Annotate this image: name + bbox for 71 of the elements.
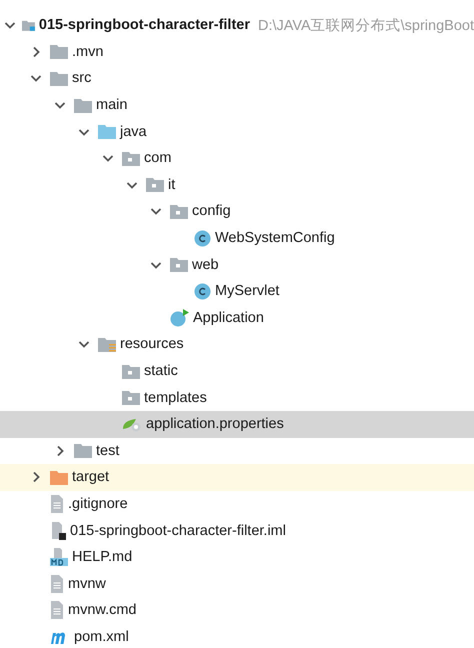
tree-item-label: src bbox=[72, 70, 92, 86]
tree-row[interactable]: MyServlet bbox=[0, 278, 474, 305]
tree-row[interactable]: src bbox=[0, 65, 474, 92]
class-icon bbox=[194, 282, 211, 300]
tree-item-label: templates bbox=[144, 390, 207, 406]
package-folder-icon bbox=[170, 204, 188, 219]
package-folder-icon bbox=[122, 150, 140, 166]
tree-row[interactable]: test bbox=[0, 438, 474, 464]
tree-row[interactable]: pom.xml bbox=[0, 624, 474, 648]
tree-row[interactable]: .mvn bbox=[0, 38, 474, 66]
class-icon bbox=[194, 230, 211, 247]
tree-row[interactable]: 015-springboot-character-filter D:\JAVA互联网分布式\springBoot bbox=[0, 12, 474, 39]
package-folder-icon bbox=[170, 257, 188, 272]
tree-row[interactable]: web bbox=[0, 251, 474, 278]
tree-item-label: it bbox=[168, 176, 176, 193]
tree-item-label: .mvn bbox=[72, 44, 104, 60]
tree-item-label: config bbox=[192, 203, 231, 220]
tree-row[interactable]: WebSystemConfig bbox=[0, 224, 474, 252]
spring-class-icon bbox=[170, 308, 189, 327]
resources-folder-icon bbox=[98, 336, 116, 352]
text-file-icon bbox=[50, 601, 64, 620]
folder-icon bbox=[74, 443, 92, 458]
tree-row[interactable]: mvnw bbox=[0, 570, 474, 598]
tree-item-label: application.properties bbox=[146, 416, 284, 432]
tree-row[interactable]: it bbox=[0, 172, 474, 198]
tree-row[interactable]: com bbox=[0, 144, 474, 172]
tree-item-label: main bbox=[96, 97, 128, 114]
tree-item-label: mvnw.cmd bbox=[68, 602, 136, 618]
tree-row[interactable]: .gitignore bbox=[0, 490, 474, 518]
module-file-icon bbox=[50, 522, 66, 540]
spring-leaf-icon bbox=[122, 416, 142, 432]
text-file-icon bbox=[50, 574, 64, 593]
tree-row[interactable]: main bbox=[0, 92, 474, 118]
folder-icon bbox=[50, 470, 68, 485]
tree-item-label: 015-springboot-character-filter bbox=[38, 17, 250, 34]
tree-item-label: 015-springboot-character-filter.iml bbox=[70, 522, 286, 539]
tree-row[interactable]: static bbox=[0, 358, 474, 384]
tree-item-label: static bbox=[144, 363, 178, 380]
tree-row[interactable]: resources bbox=[0, 331, 474, 358]
tree-item-label: web bbox=[192, 256, 219, 273]
tree-row[interactable]: application.properties bbox=[0, 410, 474, 438]
folder-icon bbox=[98, 124, 116, 140]
tree-row[interactable]: templates bbox=[0, 384, 474, 411]
tree-row[interactable]: java bbox=[0, 118, 474, 145]
folder-icon bbox=[74, 98, 92, 113]
tree-row[interactable]: target bbox=[0, 464, 474, 491]
tree-item-label: Application bbox=[193, 310, 264, 326]
text-file-icon bbox=[50, 494, 64, 513]
markdown-file-icon bbox=[50, 548, 68, 566]
tree-item-label: test bbox=[96, 442, 120, 459]
tree-item-label: com bbox=[144, 150, 172, 166]
project-path: D:\JAVA互联网分布式\springBoot bbox=[258, 16, 474, 35]
tree-row[interactable]: Application bbox=[0, 304, 474, 332]
package-folder-icon bbox=[122, 364, 140, 379]
package-folder-icon bbox=[146, 177, 164, 192]
tree-item-label: MyServlet bbox=[215, 283, 280, 300]
tree-item-label: target bbox=[72, 469, 110, 486]
tree-item-label: mvnw bbox=[68, 576, 106, 592]
tree-row[interactable]: 015-springboot-character-filter.iml bbox=[0, 517, 474, 544]
package-folder-icon bbox=[122, 390, 140, 406]
tree-row[interactable]: config bbox=[0, 198, 474, 225]
tree-item-label: java bbox=[120, 124, 147, 140]
tree-item-label: pom.xml bbox=[74, 628, 129, 645]
folder-icon bbox=[50, 44, 68, 60]
tree-row[interactable]: mvnw.cmd bbox=[0, 597, 474, 624]
tree-item-label: .gitignore bbox=[68, 496, 128, 512]
folder-icon bbox=[50, 70, 68, 86]
tree-item-label: HELP.md bbox=[72, 549, 132, 566]
tree-item-label: WebSystemConfig bbox=[215, 230, 335, 246]
tree-row[interactable]: HELP.md bbox=[0, 544, 474, 570]
tree-item-label: resources bbox=[120, 336, 184, 352]
